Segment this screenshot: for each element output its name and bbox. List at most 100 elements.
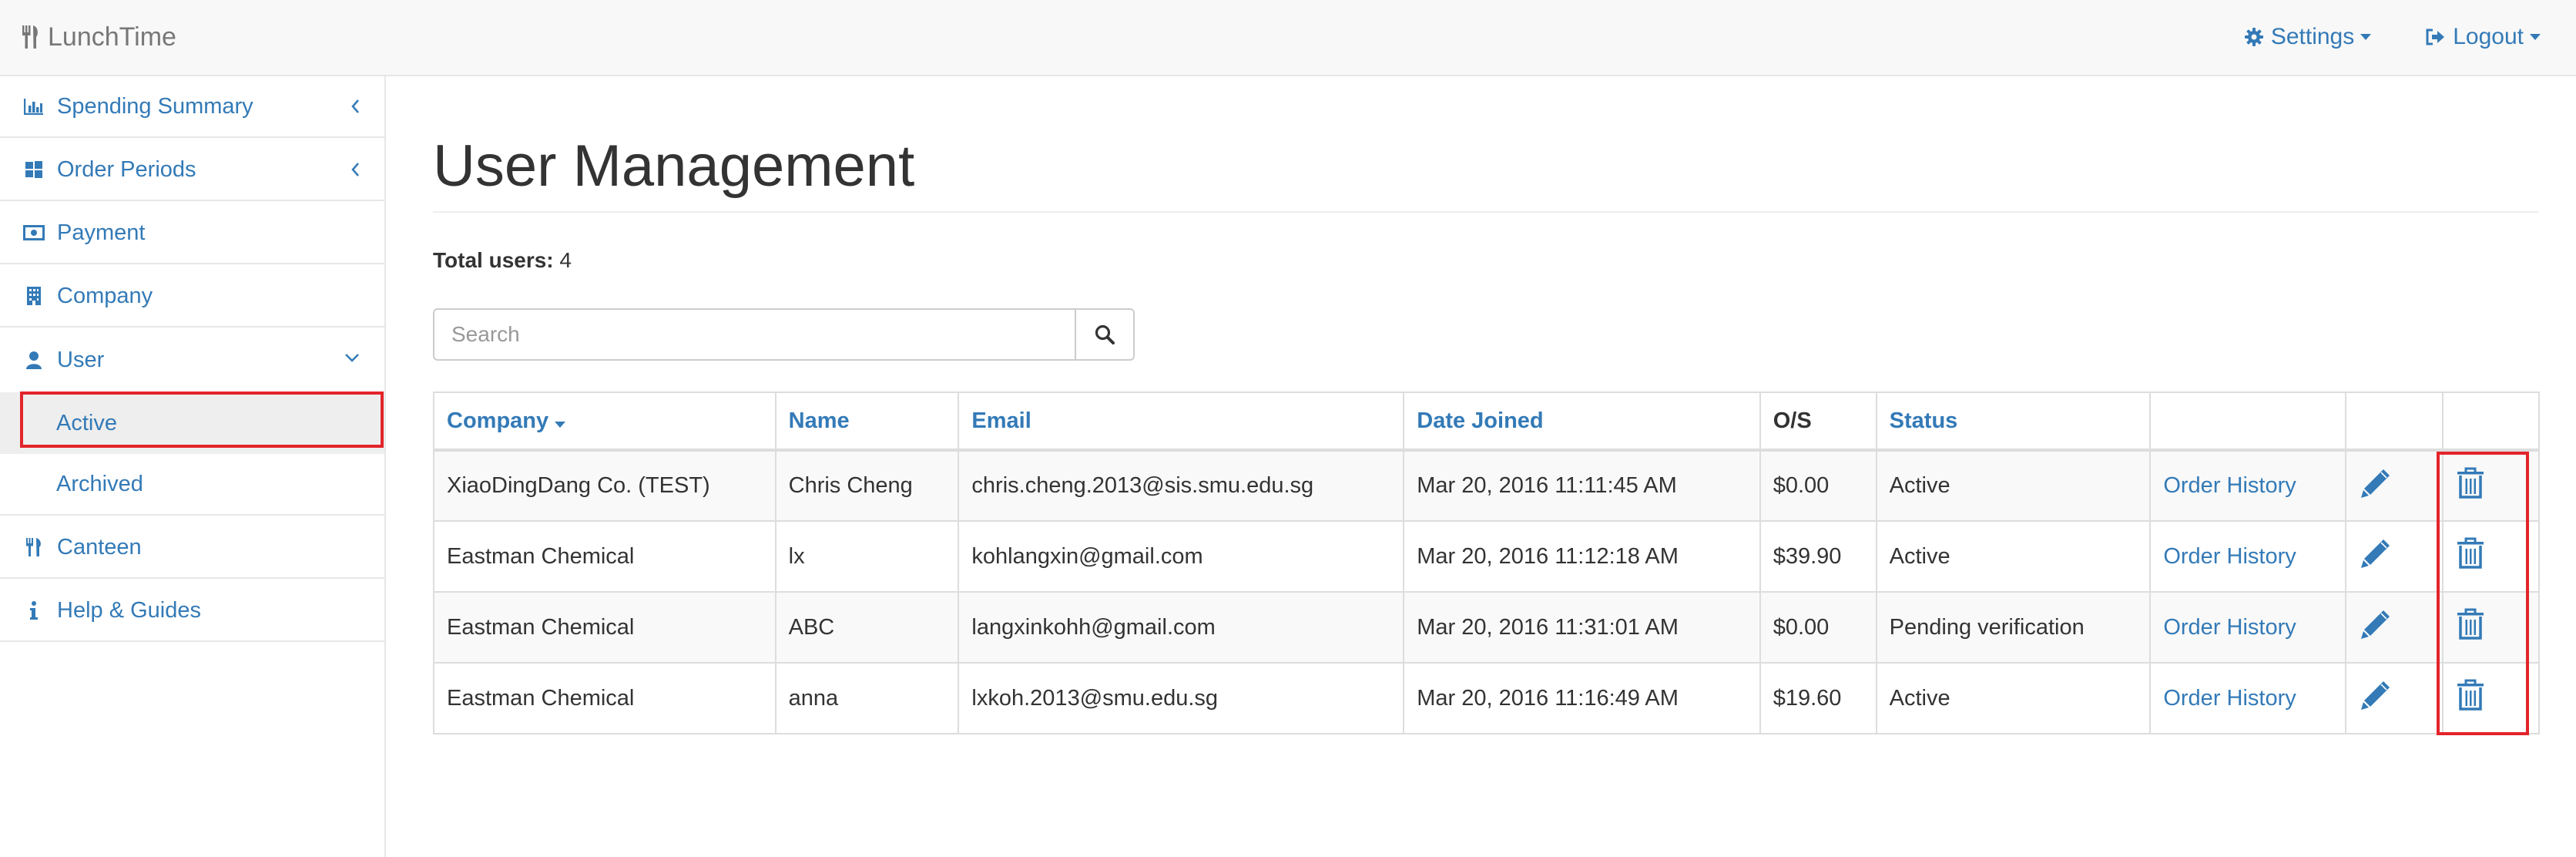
trash-icon[interactable] <box>2456 678 2485 712</box>
top-navbar: LunchTime Settings Logout <box>0 0 2576 76</box>
trash-icon[interactable] <box>2456 607 2485 641</box>
cell-history: Order History <box>2149 591 2347 664</box>
order-history-link[interactable]: Order History <box>2163 473 2296 498</box>
title-divider <box>433 211 2539 213</box>
cell-os: $0.00 <box>1759 591 1877 664</box>
order-history-link[interactable]: Order History <box>2163 544 2296 569</box>
sidebar-item-payment[interactable]: Payment <box>0 203 384 264</box>
caret-down-icon <box>2530 34 2541 40</box>
users-table: Company Name Email Date Joined O/S Statu… <box>433 392 2540 734</box>
bar-chart-icon <box>23 98 45 115</box>
pencil-icon[interactable] <box>2359 678 2393 712</box>
sign-out-icon <box>2426 29 2445 45</box>
total-users-label: Total users: <box>433 248 554 272</box>
cutlery-icon <box>23 537 45 557</box>
pencil-icon[interactable] <box>2359 607 2393 641</box>
cell-name: ABC <box>774 591 960 664</box>
sidebar-subitem-archived[interactable]: Archived <box>0 454 384 516</box>
search-input[interactable] <box>433 308 1076 361</box>
cell-company: Eastman Chemical <box>433 520 776 593</box>
sidebar-subitem-active[interactable]: Active <box>0 392 384 454</box>
pencil-icon[interactable] <box>2359 466 2393 500</box>
trash-icon[interactable] <box>2456 536 2485 570</box>
cell-email: langxinkohh@gmail.com <box>958 591 1405 664</box>
sidebar-item-order-periods[interactable]: Order Periods <box>0 139 384 201</box>
sidebar-item-help-guides[interactable]: Help & Guides <box>0 580 384 642</box>
cell-history: Order History <box>2149 520 2347 593</box>
gear-icon <box>2244 28 2263 46</box>
total-users-value: 4 <box>559 248 572 272</box>
cell-email: kohlangxin@gmail.com <box>958 520 1405 593</box>
cell-os: $0.00 <box>1759 449 1877 522</box>
sidebar-item-canteen[interactable]: Canteen <box>0 517 384 579</box>
cell-delete <box>2442 591 2540 664</box>
sidebar-item-label: User <box>57 347 105 372</box>
app-brand[interactable]: LunchTime <box>22 20 176 54</box>
sidebar-item-label: Canteen <box>57 534 142 560</box>
cell-delete <box>2442 449 2540 522</box>
search-button[interactable] <box>1075 308 1135 361</box>
chevron-left-icon <box>351 99 359 113</box>
sidebar-item-spending-summary[interactable]: Spending Summary <box>0 76 384 138</box>
column-header-email[interactable]: Email <box>958 392 1405 452</box>
sidebar-subitem-label: Archived <box>56 471 143 496</box>
order-history-link[interactable]: Order History <box>2163 686 2296 711</box>
cell-name: anna <box>774 662 960 734</box>
cell-company: Eastman Chemical <box>433 591 776 664</box>
caret-down-icon <box>2360 34 2372 40</box>
cell-delete <box>2442 520 2540 593</box>
cell-edit <box>2345 520 2444 593</box>
cell-date-joined: Mar 20, 2016 11:12:18 AM <box>1403 520 1761 593</box>
column-header-os: O/S <box>1759 392 1877 452</box>
cell-company: XiaoDingDang Co. (TEST) <box>433 449 776 522</box>
trash-icon[interactable] <box>2456 466 2485 500</box>
cell-history: Order History <box>2149 449 2347 522</box>
cell-edit <box>2345 662 2444 734</box>
column-header-date-joined[interactable]: Date Joined <box>1403 392 1761 452</box>
table-header-row: Company Name Email Date Joined O/S Statu… <box>433 392 2540 452</box>
app-title: LunchTime <box>48 22 176 52</box>
cell-name: Chris Cheng <box>774 449 960 522</box>
cell-os: $19.60 <box>1759 662 1877 734</box>
cell-status: Active <box>1875 520 2152 593</box>
column-header-delete <box>2442 392 2540 452</box>
cell-delete <box>2442 662 2540 734</box>
caret-down-icon <box>555 421 566 428</box>
chevron-left-icon <box>351 163 359 176</box>
info-icon <box>23 601 45 620</box>
pencil-icon[interactable] <box>2359 536 2393 570</box>
sidebar-item-label: Help & Guides <box>57 597 201 623</box>
column-header-company[interactable]: Company <box>433 392 776 452</box>
cell-date-joined: Mar 20, 2016 11:16:49 AM <box>1403 662 1761 734</box>
sidebar-item-user[interactable]: User <box>0 329 384 391</box>
table-row: Eastman Chemical anna lxkoh.2013@smu.edu… <box>433 662 2540 734</box>
building-icon <box>23 286 45 306</box>
logout-menu[interactable]: Logout <box>2425 24 2541 50</box>
table-row: XiaoDingDang Co. (TEST) Chris Cheng chri… <box>433 449 2540 522</box>
money-icon <box>23 225 45 240</box>
cell-email: lxkoh.2013@smu.edu.sg <box>958 662 1405 734</box>
order-history-link[interactable]: Order History <box>2163 615 2296 640</box>
user-icon <box>23 351 45 369</box>
column-header-status[interactable]: Status <box>1875 392 2152 452</box>
cell-name: lx <box>774 520 960 593</box>
cell-edit <box>2345 449 2444 522</box>
table-row: Eastman Chemical lx kohlangxin@gmail.com… <box>433 520 2540 593</box>
cell-company: Eastman Chemical <box>433 662 776 734</box>
total-users: Total users: 4 <box>433 248 572 273</box>
page-title: User Management <box>433 133 915 199</box>
search-icon <box>1095 324 1115 344</box>
cell-edit <box>2345 591 2444 664</box>
column-header-edit <box>2345 392 2444 452</box>
sidebar-item-company[interactable]: Company <box>0 266 384 328</box>
column-header-label: Company <box>447 408 549 433</box>
settings-label: Settings <box>2270 24 2355 49</box>
settings-menu[interactable]: Settings <box>2244 24 2372 50</box>
logout-label: Logout <box>2453 24 2524 49</box>
cell-date-joined: Mar 20, 2016 11:11:45 AM <box>1403 449 1761 522</box>
column-header-name[interactable]: Name <box>774 392 960 452</box>
cell-email: chris.cheng.2013@sis.smu.edu.sg <box>958 449 1405 522</box>
column-header-history <box>2149 392 2347 452</box>
cell-os: $39.90 <box>1759 520 1877 593</box>
sidebar-item-label: Company <box>57 283 153 308</box>
